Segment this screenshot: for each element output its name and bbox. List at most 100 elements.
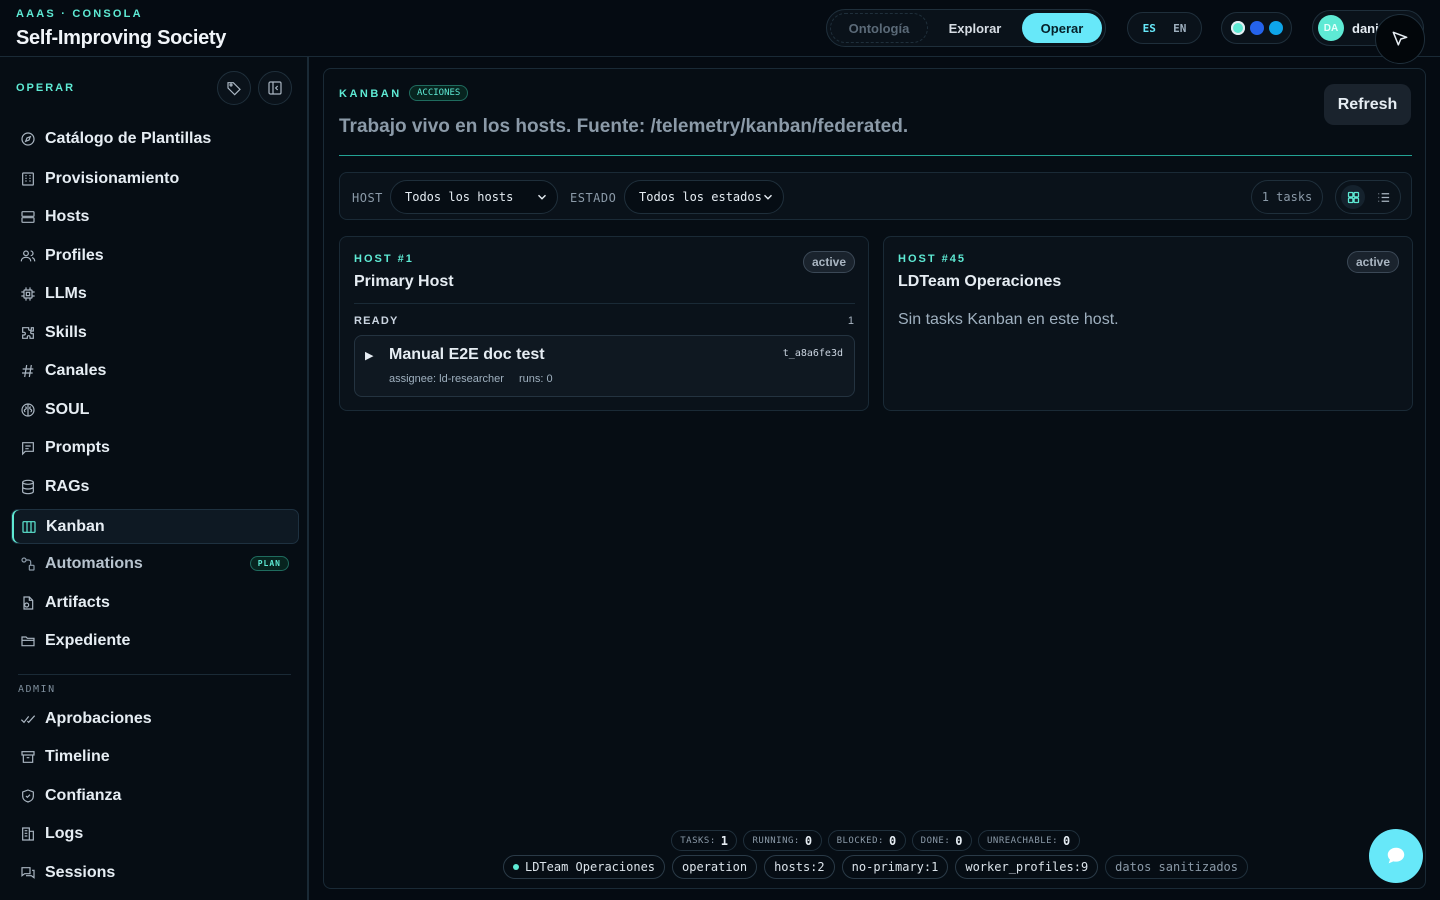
puzzle-icon (22, 326, 34, 339)
brain-icon (21, 402, 35, 417)
plan-badge: PLAN (249, 556, 289, 571)
collapse-sidebar-button[interactable] (258, 71, 292, 105)
list-view-button[interactable] (1371, 185, 1395, 209)
host-number: HOST #45 (898, 253, 966, 265)
language-switcher: ES EN (1127, 12, 1202, 44)
chat-button[interactable] (1369, 829, 1423, 883)
sidebar-item-hosts[interactable]: Hosts (11, 199, 299, 234)
sidebar-item-automations[interactable]: Automations PLAN (11, 546, 299, 581)
grid-view-button[interactable] (1341, 185, 1365, 209)
host-name: LDTeam Operaciones (898, 273, 1062, 290)
task-assignee: assignee: ld-researcher (389, 373, 504, 385)
task-meta: assignee: ld-researcher runs: 0 (389, 373, 553, 385)
sidebar-item-label: Artifacts (45, 593, 110, 611)
pointer-icon (1392, 31, 1408, 46)
sidebar-item-label: Catálogo de Plantillas (45, 129, 212, 147)
sidebar-item-artifacts[interactable]: Artifacts (11, 585, 299, 620)
mode-operar[interactable]: Operar (1022, 13, 1102, 43)
mode-ontologia[interactable]: Ontología (830, 13, 928, 43)
host-filter-label: HOST (352, 191, 383, 205)
tag-no-primary: no-primary:1 (841, 855, 949, 879)
sidebar-item-profiles[interactable]: Profiles (11, 238, 299, 273)
server-icon (21, 210, 35, 223)
sidebar-item-label: Timeline (45, 747, 110, 765)
grid-icon (1347, 191, 1359, 203)
lang-es[interactable]: ES (1143, 22, 1156, 35)
feedback-button[interactable] (1375, 14, 1425, 64)
theme-sky-dot[interactable] (1268, 21, 1283, 35)
status-dot (512, 864, 519, 870)
sidebar-item-label: RAGs (45, 477, 90, 495)
task-card[interactable]: ▶ Manual E2E doc test t_a8a6fe3d assigne… (354, 335, 855, 397)
tag-button[interactable] (217, 71, 251, 105)
state-select[interactable]: Todos los estados (624, 180, 784, 214)
state-filter-label: ESTADO (570, 191, 617, 205)
page-subtitle: Trabajo vivo en los hosts. Fuente: /tele… (339, 116, 909, 137)
status-badge: active (1346, 251, 1399, 273)
building-icon (22, 171, 34, 186)
host-divider (354, 303, 855, 304)
theme-blue-dot[interactable] (1249, 21, 1264, 35)
stat-value: 0 (1063, 833, 1071, 848)
sidebar-item-provisionamiento[interactable]: Provisionamiento (11, 161, 299, 196)
top-bar: AAAS · CONSOLA Self-Improving Society On… (0, 0, 1440, 57)
sidebar-item-confianza[interactable]: Confianza (11, 778, 299, 813)
host-name: Primary Host (354, 273, 454, 290)
sidebar-item-rags[interactable]: RAGs (11, 469, 299, 504)
header-divider (339, 155, 1412, 156)
sidebar-item-label: SOUL (45, 400, 90, 418)
workflow-icon (21, 556, 35, 571)
sidebar-divider (18, 674, 291, 675)
task-count: 1 tasks (1251, 180, 1323, 214)
file-icon (23, 595, 34, 610)
stat-label: UNREACHABLE: (987, 835, 1059, 846)
kanban-panel: KANBAN ACCIONES Trabajo vivo en los host… (323, 68, 1426, 889)
sidebar-item-llms[interactable]: LLMs (11, 276, 299, 311)
sidebar-item-aprobaciones[interactable]: Aprobaciones (11, 701, 299, 736)
tag-team: LDTeam Operaciones (502, 855, 666, 879)
host-select[interactable]: Todos los hosts (390, 180, 558, 214)
lang-en[interactable]: EN (1173, 22, 1186, 35)
sidebar-item-label: Automations (45, 554, 143, 572)
sidebar-item-label: Sessions (45, 863, 116, 881)
brand-eyebrow: AAAS · CONSOLA (16, 8, 143, 20)
sidebar-item-prompts[interactable]: Prompts (11, 430, 299, 465)
theme-teal-dot[interactable] (1230, 21, 1245, 35)
sidebar-item-sessions[interactable]: Sessions (11, 855, 299, 890)
sidebar: OPERAR Catálogo de Plantillas Provisiona… (0, 57, 309, 900)
sidebar-item-kanban[interactable]: Kanban (11, 509, 299, 544)
refresh-button[interactable]: Refresh (1324, 84, 1411, 125)
stat-value: 0 (888, 833, 897, 848)
kanban-icon (22, 520, 36, 533)
sidebar-item-timeline[interactable]: Timeline (11, 739, 299, 774)
stat-label: RUNNING: (752, 835, 800, 846)
sidebar-item-skills[interactable]: Skills (11, 315, 299, 350)
mode-explorar[interactable]: Explorar (928, 13, 1022, 43)
host-select-value: Todos los hosts (405, 190, 514, 204)
sidebar-item-expediente[interactable]: Expediente (11, 623, 299, 658)
sidebar-item-label: Aprobaciones (45, 709, 152, 727)
task-runs: runs: 0 (519, 373, 553, 385)
sidebar-item-catalogo[interactable]: Catálogo de Plantillas (11, 121, 299, 156)
chevron-down-icon (538, 194, 546, 200)
task-id: t_a8a6fe3d (782, 348, 843, 359)
sidebar-item-soul[interactable]: SOUL (11, 392, 299, 427)
expand-caret-icon[interactable]: ▶ (365, 349, 373, 362)
sidebar-item-label: Logs (45, 824, 84, 842)
theme-switcher (1221, 12, 1292, 44)
app-title: Self-Improving Society (16, 27, 227, 49)
tag-operation: operation (672, 855, 758, 879)
stats-row: TASKS: 1 RUNNING: 0 BLOCKED: 0 DONE: 0 UNREA… (324, 830, 1427, 851)
sidebar-item-label: Confianza (45, 786, 122, 804)
stat-running: RUNNING: 0 (743, 830, 822, 851)
sidebar-item-label: LLMs (45, 284, 87, 302)
host-number: HOST #1 (354, 253, 414, 265)
sidebar-item-canales[interactable]: Canales (11, 353, 299, 388)
sidebar-item-logs[interactable]: Logs (11, 816, 299, 851)
stat-tasks: TASKS: 1 (671, 830, 738, 851)
tag-sanitized: datos sanitizados (1105, 855, 1248, 879)
stat-value: 0 (804, 833, 813, 848)
tags-row: LDTeam Operaciones operation hosts:2 no-… (324, 855, 1427, 879)
tag-hosts: hosts:2 (764, 855, 835, 879)
stat-blocked: BLOCKED: 0 (827, 830, 906, 851)
